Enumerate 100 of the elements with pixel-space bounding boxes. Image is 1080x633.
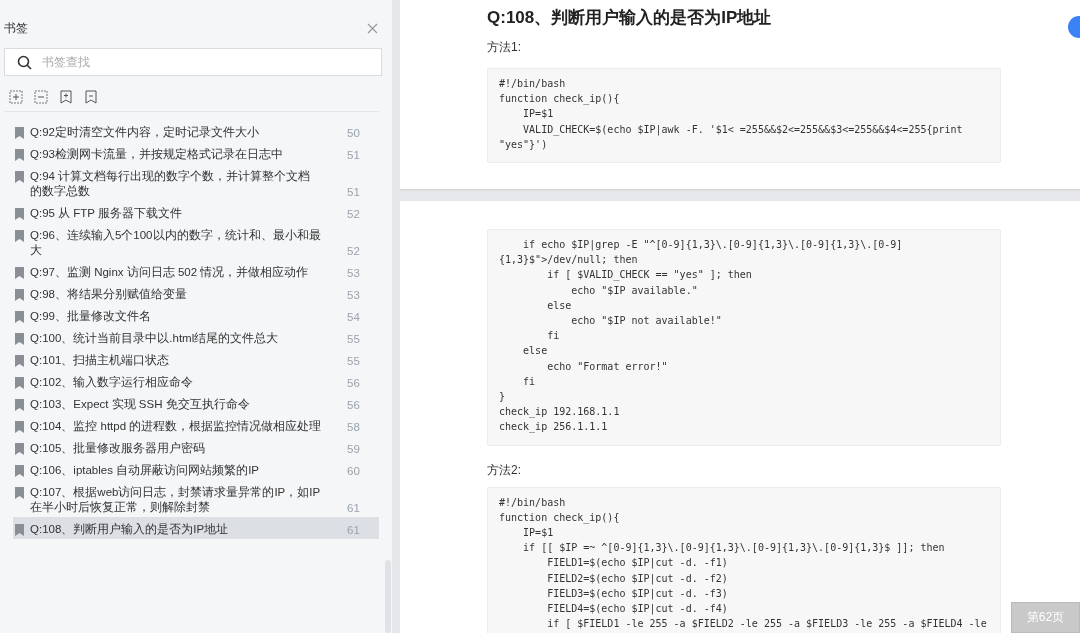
code-line: else bbox=[546, 298, 573, 313]
bookmark-title: Q:104、监控 httpd 的进程数，根据监控情况做相应处理 bbox=[30, 419, 322, 434]
bookmark-item[interactable]: Q:96、连续输入5个100以内的数字，统计和、最小和最大 52 bbox=[13, 223, 379, 260]
bookmark-title: Q:93检测网卡流量，并按规定格式记录在日志中 bbox=[30, 147, 284, 162]
bookmark-title: Q:103、Expect 实现 SSH 免交互执行命令 bbox=[30, 397, 251, 412]
bookmark-icon bbox=[15, 149, 24, 161]
page-number: 52 bbox=[347, 207, 361, 221]
bookmark-icon bbox=[15, 421, 24, 433]
bookmark-item[interactable]: Q:101、扫描主机端口状态 55 bbox=[13, 348, 379, 370]
code-line: IP=$1 bbox=[522, 526, 555, 541]
code-line: check_ip 256.1.1.1 bbox=[499, 420, 609, 435]
search-icon bbox=[17, 54, 32, 70]
bookmark-item[interactable]: Q:95 从 FTP 服务器下载文件 52 bbox=[13, 201, 379, 223]
search-box[interactable]: 书签查找 bbox=[4, 48, 382, 76]
panel-title: 书签 bbox=[4, 19, 28, 37]
page-number: 56 bbox=[347, 398, 361, 412]
bookmark-title: Q:105、批量修改服务器用户密码 bbox=[30, 441, 207, 456]
bookmark-title: Q:100、统计当前目录中以.html结尾的文件总大 bbox=[30, 331, 280, 346]
bookmark-icon bbox=[15, 355, 24, 367]
code-line: "yes"}') bbox=[499, 137, 549, 152]
collapse-all-icon[interactable] bbox=[34, 90, 48, 104]
page-number: 60 bbox=[347, 464, 361, 478]
code-line: if [[ $IP =~ ^[0-9]{1,3}\.[0-9]{1,3}\.[0-9]{1,3}\.[0-9]{1,3}$ ]]; then bbox=[522, 541, 946, 556]
bookmark-title: Q:107、根据web访问日志，封禁请求量异常的IP，如IP在半小时后恢复正常，则解除封禁 bbox=[30, 485, 322, 515]
bookmark-item[interactable]: Q:104、监控 httpd 的进程数，根据监控情况做相应处理 58 bbox=[13, 414, 379, 436]
page-number: 58 bbox=[347, 420, 361, 434]
page-number: 55 bbox=[347, 332, 361, 346]
bookmark-item[interactable]: Q:108、判断用户输入的是否为IP地址 61 bbox=[13, 517, 379, 539]
code-line: #!/bin/bash bbox=[499, 77, 567, 91]
code-line: if echo $IP|grep -E "^[0-9]{1,3}\.[0-9]{1,3}\.[0-9]{1,3}\.[0-9] bbox=[522, 238, 904, 253]
code-line: fi bbox=[546, 329, 561, 344]
bookmark-icon bbox=[15, 208, 24, 220]
bookmark-icon bbox=[15, 377, 24, 389]
code-line: function check_ip(){ bbox=[499, 510, 621, 526]
expand-all-icon[interactable] bbox=[9, 90, 23, 104]
bookmark-item[interactable]: Q:98、将结果分别赋值给变量 53 bbox=[13, 282, 379, 304]
bookmark-item[interactable]: Q:106、iptables 自动屏蔽访问网站频繁的IP 60 bbox=[13, 458, 379, 480]
code-line: FIELD2=$(echo $IP|cut -d. -f2) bbox=[546, 571, 729, 586]
code-line: VALID_CHECK=$(echo $IP|awk -F. '$1< =255&&$2<=255&&$3<=255&&$4<=255{print bbox=[522, 122, 964, 137]
page-number: 59 bbox=[347, 442, 361, 456]
code-line: if [ $VALID_CHECK == "yes" ]; then bbox=[546, 268, 753, 283]
page-number: 55 bbox=[347, 354, 361, 368]
code-line: {1,3}$">/dev/null; then bbox=[499, 253, 639, 268]
bookmark-title: Q:96、连续输入5个100以内的数字，统计和、最小和最大 bbox=[30, 228, 322, 258]
bookmark-title: Q:106、iptables 自动屏蔽访问网站频繁的IP bbox=[30, 463, 261, 478]
page-number: 53 bbox=[347, 288, 361, 302]
page-number: 54 bbox=[347, 310, 361, 324]
bookmark-item[interactable]: Q:97、监测 Nginx 访问日志 502 情况，并做相应动作 53 bbox=[13, 260, 379, 282]
page-number: 61 bbox=[347, 523, 361, 537]
code-line: FIELD4=$(echo $IP|cut -d. -f4) bbox=[546, 602, 729, 617]
bookmark-title: Q:92定时清空文件内容，定时记录文件大小 bbox=[30, 125, 260, 140]
bookmark-item[interactable]: Q:99、批量修改文件名 54 bbox=[13, 304, 379, 326]
bookmark-title: Q:97、监测 Nginx 访问日志 502 情况，并做相应动作 bbox=[30, 265, 310, 280]
close-icon[interactable] bbox=[367, 22, 378, 34]
method-label: 方法1: bbox=[487, 39, 522, 56]
bookmark-icon bbox=[15, 443, 24, 455]
code-line: else bbox=[522, 344, 549, 359]
bookmark-item[interactable]: Q:102、输入数字运行相应命令 56 bbox=[13, 370, 379, 392]
code-line: check_ip 192.168.1.1 bbox=[499, 405, 621, 420]
bookmark-item[interactable]: Q:100、统计当前目录中以.html结尾的文件总大 55 bbox=[13, 326, 379, 348]
page-number: 50 bbox=[347, 126, 361, 140]
code-line: fi bbox=[522, 374, 537, 389]
bookmark-icon[interactable] bbox=[84, 90, 98, 104]
page-number: 56 bbox=[347, 376, 361, 390]
page-number: 61 bbox=[347, 501, 361, 515]
bookmark-item[interactable]: Q:94 计算文档每行出现的数字个数，并计算整个文档的数字总数 51 bbox=[13, 164, 379, 201]
code-line: FIELD3=$(echo $IP|cut -d. -f3) bbox=[546, 586, 729, 602]
bookmark-icon bbox=[15, 171, 24, 183]
bookmark-item[interactable]: Q:107、根据web访问日志，封禁请求量异常的IP，如IP在半小时后恢复正常，则解除封禁 61 bbox=[13, 480, 379, 517]
code-line: } bbox=[499, 390, 507, 405]
code-line: if [ $FIELD1 -le 255 -a $FIELD2 -le 255 -a $FIELD3 -le 255 -a $FIELD4 -le bbox=[546, 617, 988, 632]
search-field[interactable]: 书签查找 bbox=[40, 54, 369, 70]
bookmark-icon bbox=[15, 333, 24, 345]
bookmark-icon bbox=[15, 524, 24, 536]
code-line: function check_ip(){ bbox=[499, 92, 621, 107]
page-number: 51 bbox=[347, 185, 361, 199]
code-line: echo "Format error!" bbox=[546, 359, 669, 374]
bookmark-icon bbox=[15, 399, 24, 411]
bookmark-icon bbox=[15, 311, 24, 323]
bookmark-title: Q:101、扫描主机端口状态 bbox=[30, 353, 171, 368]
method-label: 方法2: bbox=[487, 461, 522, 479]
bookmark-title: Q:99、批量修改文件名 bbox=[30, 309, 152, 324]
bookmark-icon bbox=[15, 230, 24, 242]
page-number: 52 bbox=[347, 244, 361, 258]
bookmark-item[interactable]: Q:103、Expect 实现 SSH 免交互执行命令 56 bbox=[13, 392, 379, 414]
code-line: IP=$1 bbox=[522, 107, 555, 122]
bookmark-title: Q:108、判断用户输入的是否为IP地址 bbox=[30, 522, 230, 537]
bookmark-title: Q:98、将结果分别赋值给变量 bbox=[30, 287, 188, 302]
code-line: #!/bin/bash bbox=[499, 495, 567, 510]
bookmark-item[interactable]: Q:92定时清空文件内容，定时记录文件大小 50 bbox=[13, 120, 379, 142]
bookmark-item[interactable]: Q:93检测网卡流量，并按规定格式记录在日志中 51 bbox=[13, 142, 379, 164]
code-line: echo "$IP not available!" bbox=[570, 314, 723, 329]
page-number: 53 bbox=[347, 266, 361, 280]
bookmark-icon bbox=[15, 487, 24, 499]
add-bookmark-icon[interactable] bbox=[59, 90, 73, 104]
bookmark-title: Q:102、输入数字运行相应命令 bbox=[30, 375, 195, 390]
bookmark-icon bbox=[15, 267, 24, 279]
bookmark-icon bbox=[15, 127, 24, 139]
bookmark-title: Q:95 从 FTP 服务器下载文件 bbox=[30, 206, 184, 221]
bookmark-item[interactable]: Q:105、批量修改服务器用户密码 59 bbox=[13, 436, 379, 458]
